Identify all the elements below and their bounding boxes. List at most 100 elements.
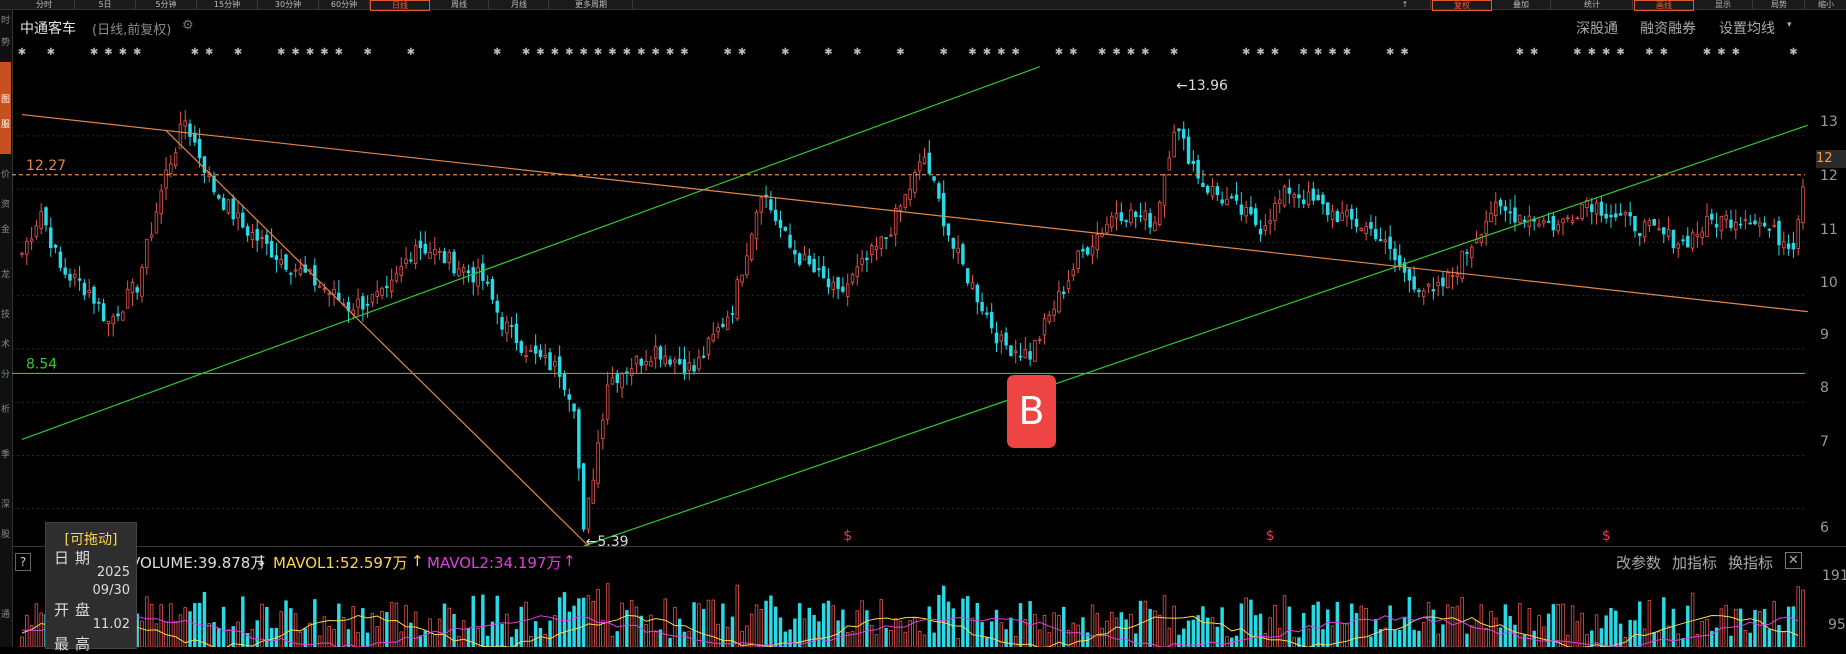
volume-bar bbox=[178, 614, 183, 647]
candle-body bbox=[447, 252, 451, 264]
candle-body bbox=[1782, 241, 1786, 249]
volume-bar bbox=[375, 626, 379, 647]
volume-bar bbox=[985, 637, 989, 647]
candle-body bbox=[1676, 243, 1680, 249]
volume-bar bbox=[1162, 595, 1167, 647]
volume-bar bbox=[1018, 603, 1023, 647]
candle-body bbox=[601, 419, 605, 439]
candle-body bbox=[385, 285, 389, 289]
close-icon[interactable]: ✕ bbox=[1785, 552, 1802, 569]
tt-label-date: 日期 bbox=[54, 549, 97, 567]
volume-bar bbox=[380, 610, 384, 647]
candle-body bbox=[380, 287, 384, 296]
volume-bar bbox=[356, 632, 360, 647]
candle-body bbox=[1230, 196, 1234, 199]
candle-body bbox=[1609, 214, 1613, 218]
candle-body bbox=[1422, 290, 1426, 297]
buy-signal-badge[interactable]: B bbox=[1007, 375, 1056, 448]
candle-body bbox=[164, 169, 168, 189]
volume-bar bbox=[1326, 609, 1330, 647]
volume-bar bbox=[361, 608, 365, 647]
candle-body bbox=[404, 258, 408, 264]
candle-body bbox=[1196, 160, 1200, 179]
volume-bar bbox=[1786, 606, 1791, 647]
candle-body bbox=[317, 285, 322, 288]
candle-body bbox=[1753, 220, 1757, 225]
help-button[interactable]: ? bbox=[15, 553, 31, 571]
candle-body bbox=[461, 267, 466, 273]
candle-body bbox=[701, 355, 706, 358]
volume-bar bbox=[1542, 626, 1546, 647]
event-star: ✱ bbox=[363, 47, 371, 58]
event-star: ✱ bbox=[637, 47, 645, 58]
volume-bar bbox=[149, 603, 154, 647]
volume-bar bbox=[1359, 605, 1364, 647]
candle-body bbox=[1033, 340, 1037, 362]
volume-bar bbox=[529, 635, 533, 647]
volume-bar bbox=[154, 623, 159, 647]
y-tick: 9 bbox=[1820, 327, 1829, 343]
volume-bar bbox=[365, 632, 370, 647]
sgt-link[interactable]: 深股通 bbox=[1576, 18, 1618, 38]
candle-body bbox=[951, 237, 956, 249]
candle-body bbox=[125, 288, 130, 309]
crosshair-info-panel[interactable]: [可拖动] 日期 2025 09/30 开盘 11.02 最高 bbox=[45, 522, 137, 653]
volume-tick: 191 bbox=[1822, 568, 1846, 584]
volume-bar bbox=[788, 629, 792, 647]
event-star: ✱ bbox=[1328, 47, 1336, 58]
candle-body bbox=[879, 236, 884, 249]
volume-bar bbox=[687, 630, 692, 647]
chevron-down-icon[interactable]: ▾ bbox=[1787, 20, 1792, 30]
y-tick: 8 bbox=[1820, 380, 1829, 396]
volume-bar bbox=[1273, 604, 1277, 647]
candle-body bbox=[327, 292, 331, 295]
volume-bar bbox=[1052, 612, 1056, 647]
y-tick: 7 bbox=[1820, 434, 1829, 450]
event-star: ✱ bbox=[90, 47, 98, 58]
add-indicator-button[interactable]: 加指标 bbox=[1672, 552, 1717, 573]
volume-bar bbox=[663, 598, 667, 647]
volume-bar bbox=[620, 602, 624, 647]
change-params-button[interactable]: 改参数 bbox=[1616, 552, 1661, 573]
volume-bar bbox=[341, 616, 346, 647]
candle-body bbox=[1311, 188, 1316, 201]
volume-bar bbox=[1422, 622, 1426, 647]
volume-bar bbox=[1042, 615, 1047, 647]
volume-bar bbox=[975, 603, 980, 647]
volume-bar bbox=[965, 596, 970, 647]
event-star: ✱ bbox=[47, 47, 55, 58]
volume-bar bbox=[1350, 603, 1354, 647]
volume-bar bbox=[389, 602, 394, 647]
event-star: ✱ bbox=[1573, 47, 1581, 58]
volume-bar bbox=[1167, 627, 1172, 647]
volume-bar bbox=[1455, 605, 1460, 647]
candle-body bbox=[1359, 228, 1364, 232]
candle-body bbox=[490, 279, 495, 300]
volume-bar bbox=[1133, 633, 1138, 647]
candle-body bbox=[730, 313, 735, 315]
volume-bar bbox=[1345, 623, 1349, 647]
event-star: ✱ bbox=[1069, 47, 1077, 58]
candle-body bbox=[1791, 242, 1796, 250]
volume-bar bbox=[524, 601, 528, 647]
candle-body bbox=[1633, 215, 1637, 232]
event-star: ✱ bbox=[738, 47, 746, 58]
ma-settings-link[interactable]: 设置均线 bbox=[1719, 18, 1775, 38]
candle-body bbox=[1705, 215, 1709, 237]
margin-link[interactable]: 融资融券 bbox=[1640, 18, 1696, 38]
volume-bar bbox=[735, 584, 740, 647]
candle-body bbox=[193, 132, 197, 143]
volume-bar bbox=[1580, 612, 1584, 647]
candle-body bbox=[1287, 187, 1292, 194]
volume-bar bbox=[1037, 629, 1042, 647]
gear-icon[interactable]: ⚙ bbox=[182, 19, 196, 33]
candle-body bbox=[1762, 222, 1767, 227]
volume-bar bbox=[1777, 625, 1781, 647]
candle-body bbox=[485, 281, 490, 284]
candle-body bbox=[989, 312, 994, 329]
switch-indicator-button[interactable]: 换指标 bbox=[1728, 552, 1773, 573]
event-star: ✱ bbox=[565, 47, 573, 58]
candle-body bbox=[889, 234, 893, 237]
volume-bar bbox=[1527, 607, 1532, 647]
candle-body bbox=[265, 234, 269, 244]
